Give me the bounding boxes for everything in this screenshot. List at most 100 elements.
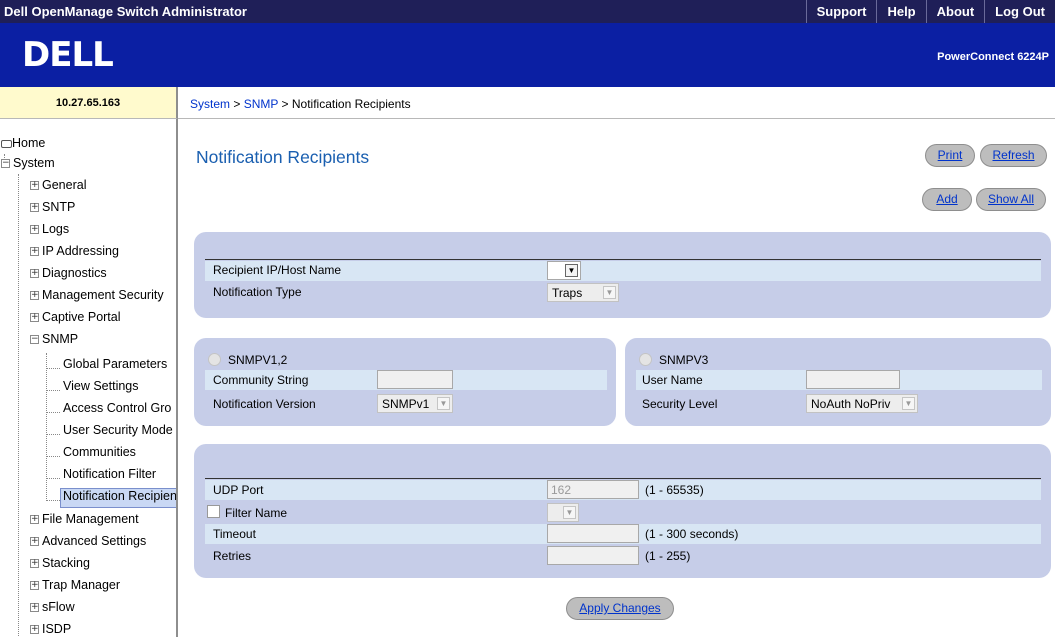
expand-icon[interactable]: + [30,291,39,301]
notification-type-select[interactable]: Traps ▼ [547,283,619,302]
chevron-down-icon: ▼ [565,264,578,277]
filter-name-select[interactable]: ▼ [547,503,579,522]
tree-item-file-management[interactable]: + File Management [30,512,139,532]
expand-icon[interactable]: + [30,537,39,547]
apply-changes-button[interactable]: Apply Changes [566,597,674,620]
udp-port-label: UDP Port [213,483,264,497]
tree-item-global-parameters[interactable]: Global Parameters [63,357,167,377]
expand-icon[interactable]: + [30,559,39,569]
expand-icon[interactable]: + [30,203,39,213]
snmpv12-panel: SNMPV1,2 Community String Notification V… [194,338,616,426]
udp-port-hint: (1 - 65535) [645,483,704,497]
community-string-label: Community String [213,373,309,387]
add-button[interactable]: Add [922,188,972,211]
device-model: PowerConnect 6224P [937,51,1049,63]
breadcrumb-system[interactable]: System [190,97,230,111]
top-bar: Dell OpenManage Switch Administrator Sup… [0,0,1055,23]
collapse-icon[interactable]: − [1,159,10,169]
retries-label: Retries [213,549,252,563]
expand-icon[interactable]: + [30,269,39,279]
tree-item-access-control-groups[interactable]: Access Control Gro [63,401,171,421]
notification-version-select[interactable]: SNMPv1 ▼ [377,394,453,413]
filter-name-checkbox[interactable] [207,505,220,518]
udp-port-input[interactable]: 162 [547,480,639,499]
support-link[interactable]: Support [805,0,877,23]
tree-item-sntp[interactable]: + SNTP [30,200,75,220]
tree-item-management-security[interactable]: + Management Security [30,288,164,308]
logout-link[interactable]: Log Out [984,0,1055,23]
tree-item-trap-manager[interactable]: + Trap Manager [30,578,120,598]
snmpv12-radio[interactable] [208,353,221,366]
tree-item-user-security-model[interactable]: User Security Mode [63,423,173,443]
expand-icon[interactable]: + [30,515,39,525]
notification-version-label: Notification Version [213,397,316,411]
help-link[interactable]: Help [876,0,925,23]
security-level-select[interactable]: NoAuth NoPriv ▼ [806,394,918,413]
collapse-icon[interactable]: − [30,335,39,345]
timeout-label: Timeout [213,527,256,541]
expand-icon[interactable]: + [30,625,39,635]
chevron-down-icon: ▼ [563,506,576,519]
expand-icon[interactable]: + [30,247,39,257]
tree-item-notification-filter[interactable]: Notification Filter [63,467,156,487]
options-panel: UDP Port 162 (1 - 65535) Filter Name ▼ T… [194,444,1051,578]
chevron-down-icon: ▼ [603,286,616,299]
recipient-ip-select[interactable]: ▼ [547,261,581,280]
snmpv12-title: SNMPV1,2 [228,353,288,367]
timeout-input[interactable] [547,524,639,543]
tree-item-captive-portal[interactable]: + Captive Portal [30,310,121,330]
breadcrumb-separator: > [281,97,289,111]
breadcrumb-current: Notification Recipients [291,97,411,111]
tree-item-notification-recipients[interactable]: Notification Recipien [60,488,176,508]
page-title: Notification Recipients [196,147,370,167]
expand-icon[interactable]: + [30,313,39,323]
nav-tree: Home − System + General + SNTP + Logs + IP Ad… [0,119,178,637]
banner: DELL PowerConnect 6224P [0,23,1055,87]
home-icon [1,139,12,148]
tree-item-isdp[interactable]: + ISDP [30,622,71,637]
expand-icon[interactable]: + [30,225,39,235]
breadcrumb-separator: > [233,97,241,111]
device-ip: 10.27.65.163 [0,87,178,119]
tree-item-system[interactable]: − System [1,156,55,176]
expand-icon[interactable]: + [30,581,39,591]
tree-item-advanced-settings[interactable]: + Advanced Settings [30,534,146,554]
user-name-input[interactable] [806,370,900,389]
chevron-down-icon: ▼ [902,397,915,410]
recipient-ip-label: Recipient IP/Host Name [213,263,342,277]
tree-item-stacking[interactable]: + Stacking [30,556,90,576]
dell-logo: DELL [22,35,114,75]
tree-item-diagnostics[interactable]: + Diagnostics [30,266,107,286]
chevron-down-icon: ▼ [437,397,450,410]
print-button[interactable]: Print [925,144,975,167]
show-all-button[interactable]: Show All [976,188,1046,211]
expand-icon[interactable]: + [30,181,39,191]
tree-item-snmp[interactable]: − SNMP [30,332,78,352]
breadcrumb: System > SNMP > Notification Recipients [178,87,1055,119]
snmpv3-radio[interactable] [639,353,652,366]
tree-item-home[interactable]: Home [1,136,45,156]
tree-item-communities[interactable]: Communities [63,445,136,465]
notification-type-label: Notification Type [213,285,302,299]
retries-input[interactable] [547,546,639,565]
filter-name-label: Filter Name [225,506,288,520]
snmpv3-panel: SNMPV3 User Name Security Level NoAuth N… [625,338,1051,426]
refresh-button[interactable]: Refresh [980,144,1047,167]
expand-icon[interactable]: + [30,603,39,613]
user-name-label: User Name [642,373,703,387]
top-links: Support Help About Log Out [805,0,1055,23]
tree-item-logs[interactable]: + Logs [30,222,69,242]
tree-item-ip-addressing[interactable]: + IP Addressing [30,244,119,264]
community-string-input[interactable] [377,370,453,389]
app-title: Dell OpenManage Switch Administrator [4,4,247,19]
tree-item-sflow[interactable]: + sFlow [30,600,75,620]
breadcrumb-snmp[interactable]: SNMP [244,97,278,111]
tree-item-general[interactable]: + General [30,178,86,198]
timeout-hint: (1 - 300 seconds) [645,527,739,541]
snmpv3-title: SNMPV3 [659,353,709,367]
retries-hint: (1 - 255) [645,549,691,563]
recipient-panel: Recipient IP/Host Name ▼ Notification Ty… [194,232,1051,318]
tree-item-view-settings[interactable]: View Settings [63,379,139,399]
about-link[interactable]: About [925,0,985,23]
security-level-label: Security Level [642,397,718,411]
